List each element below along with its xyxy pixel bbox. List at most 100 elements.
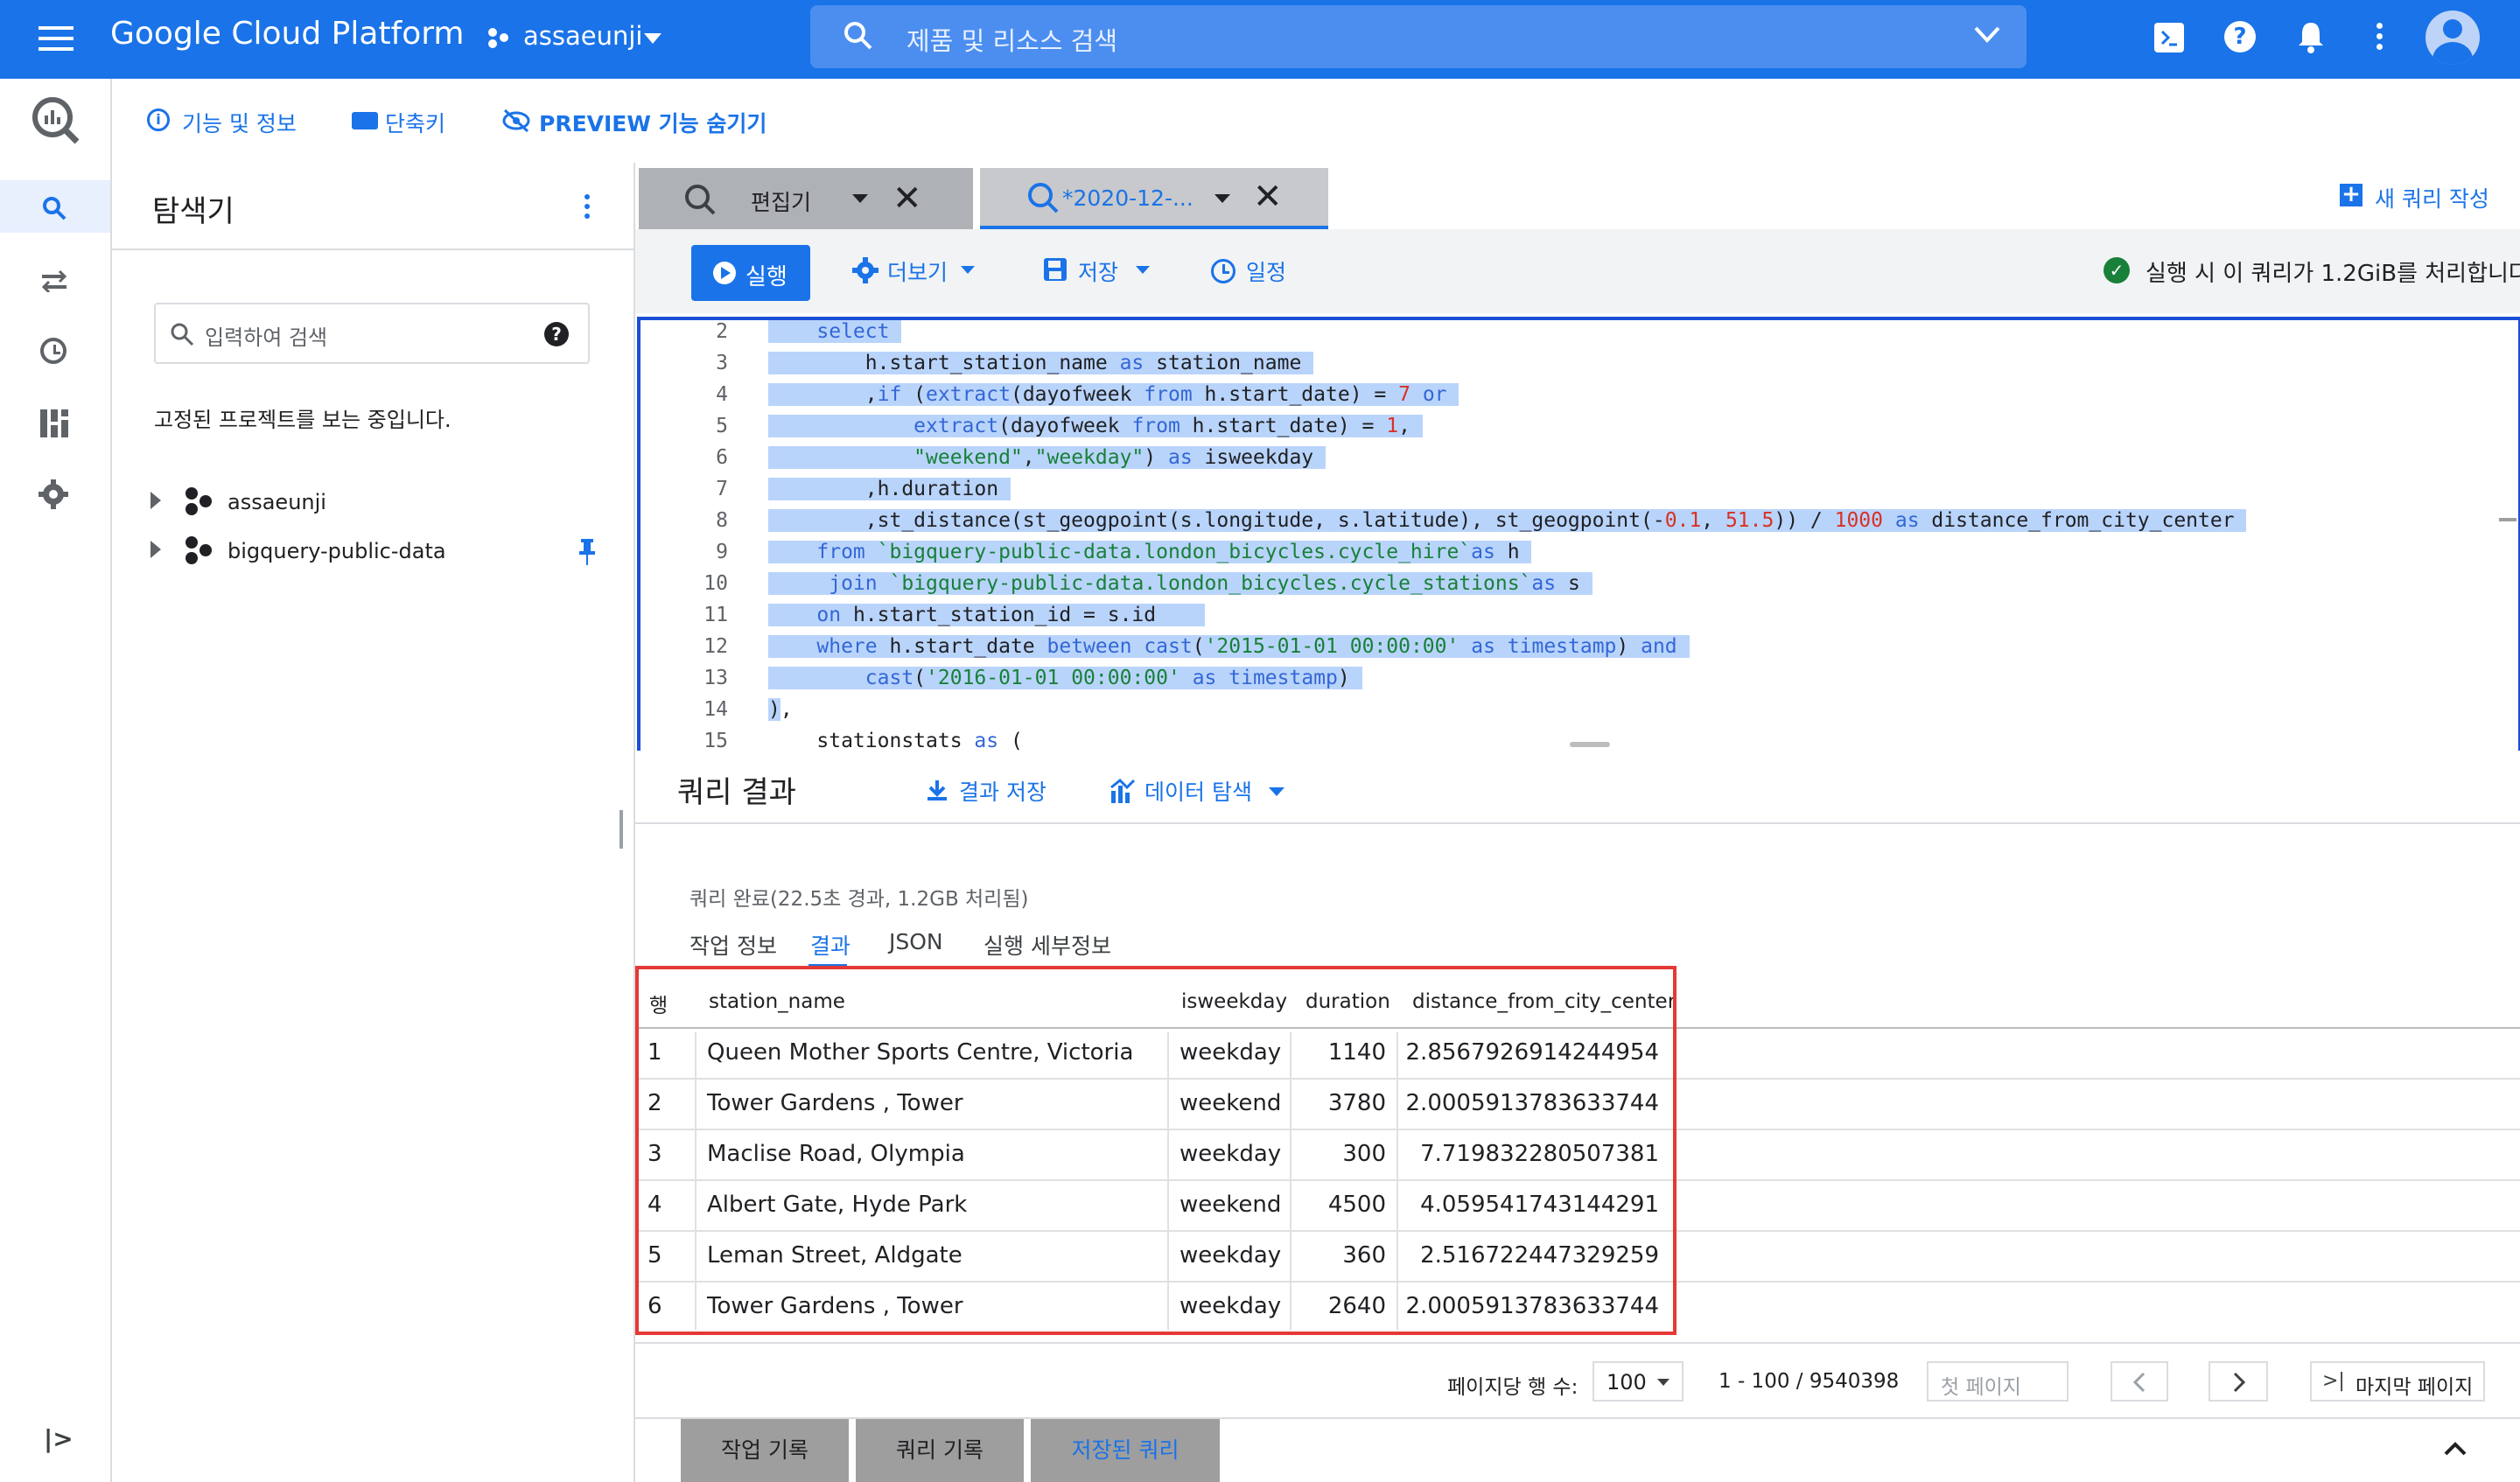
close-icon[interactable]: ✕ bbox=[1253, 177, 1283, 217]
line-number: 7 bbox=[716, 478, 728, 500]
next-page-button[interactable] bbox=[2208, 1361, 2268, 1402]
project-icon bbox=[486, 26, 509, 49]
save-button[interactable]: 저장 bbox=[1043, 255, 1157, 290]
project-selector[interactable]: assaeunji bbox=[523, 21, 642, 51]
first-page-label: 첫 페이지 bbox=[1941, 1376, 2021, 1399]
feature-info-button[interactable]: 기능 및 정보 bbox=[182, 107, 297, 138]
line-number: 10 bbox=[704, 572, 728, 595]
tab-results[interactable]: 결과 bbox=[810, 929, 850, 961]
line-number: 15 bbox=[704, 730, 728, 752]
first-page-button[interactable]: 첫 페이지 bbox=[1927, 1361, 2068, 1402]
pin-icon[interactable] bbox=[578, 539, 597, 570]
close-icon[interactable]: ✕ bbox=[892, 178, 922, 219]
line-number: 14 bbox=[704, 698, 728, 721]
play-icon bbox=[713, 262, 736, 284]
code-line: cast('2016-01-01 00:00:00' as timestamp) bbox=[768, 667, 1362, 689]
search-help-icon[interactable]: ? bbox=[544, 322, 569, 346]
line-number: 13 bbox=[704, 667, 728, 689]
settings-gear-icon[interactable] bbox=[38, 479, 68, 513]
query-status: 쿼리 완료(22.5초 경과, 1.2GB 처리됨) bbox=[690, 888, 1029, 911]
tab-query-2020-12[interactable]: *2020-12-... ✕ bbox=[980, 168, 1328, 229]
expand-rail-icon[interactable]: |> bbox=[44, 1424, 74, 1453]
last-page-icon: >| bbox=[2322, 1370, 2345, 1392]
history-clock-icon[interactable] bbox=[40, 338, 66, 364]
panel-resize-handle[interactable] bbox=[620, 810, 623, 849]
explorer-more-icon[interactable] bbox=[584, 194, 592, 219]
project-name: bigquery-public-data bbox=[228, 539, 446, 563]
query-icon bbox=[685, 185, 716, 215]
code-line: ), bbox=[768, 698, 793, 721]
project-row-bigquery-public-data[interactable]: bigquery-public-data bbox=[147, 532, 620, 570]
editor-scroll-marker bbox=[2499, 518, 2516, 521]
account-avatar[interactable] bbox=[2426, 10, 2480, 65]
project-row-assaeunji[interactable]: assaeunji bbox=[147, 483, 620, 521]
last-page-label: 마지막 페이지 bbox=[2356, 1376, 2474, 1399]
transfers-icon[interactable] bbox=[40, 269, 68, 296]
expand-arrow-icon[interactable] bbox=[150, 541, 161, 558]
line-number: 6 bbox=[716, 446, 728, 469]
sql-editor[interactable]: 2 3 4 5 6 7 8 9 10 11 12 13 14 15 select… bbox=[637, 317, 2520, 754]
editor-scrollbar[interactable] bbox=[1570, 742, 1610, 747]
tab-job-history[interactable]: 작업 기록 bbox=[681, 1419, 849, 1482]
run-button[interactable]: 실행 bbox=[691, 245, 810, 301]
prev-page-button[interactable] bbox=[2110, 1361, 2168, 1402]
code-line: from `bigquery-public-data.london_bicycl… bbox=[768, 541, 1532, 563]
schedule-button[interactable]: 일정 bbox=[1211, 255, 1307, 290]
save-icon bbox=[1044, 258, 1067, 281]
code-line: select bbox=[768, 320, 902, 343]
chevron-down-icon[interactable] bbox=[1269, 787, 1284, 796]
hide-preview-button[interactable]: PREVIEW 기능 숨기기 bbox=[539, 107, 766, 138]
rows-per-page-select[interactable]: 100 bbox=[1592, 1361, 1684, 1402]
divider bbox=[635, 1342, 2520, 1344]
highlight-annotation-box bbox=[635, 966, 1676, 1335]
chevron-down-icon[interactable] bbox=[644, 33, 662, 44]
editor-toolbar: 실행 더보기 저장 일정 ✓ 실행 시 이 쿼리가 1.2GiB를 처리합니다. bbox=[635, 229, 2520, 313]
keyboard-icon bbox=[352, 112, 378, 129]
search-placeholder: 제품 및 리소스 검색 bbox=[906, 26, 1118, 56]
code-line: ,st_distance(st_geogpoint(s.longitude, s… bbox=[768, 509, 2247, 532]
tab-saved-queries[interactable]: 저장된 쿼리 bbox=[1031, 1419, 1220, 1482]
rail-item-explorer[interactable] bbox=[0, 180, 110, 233]
collapse-panel-icon[interactable] bbox=[2443, 1440, 2468, 1461]
tab-label: 편집기 bbox=[751, 190, 812, 215]
tab-menu-arrow-icon[interactable] bbox=[1214, 194, 1230, 203]
explorer-panel: 탐색기 입력하여 검색 ? 고정된 프로젝트를 보는 중입니다. assaeun… bbox=[112, 163, 635, 1482]
more-button[interactable]: 더보기 bbox=[852, 255, 984, 290]
more-vert-icon[interactable] bbox=[2376, 23, 2384, 50]
divider bbox=[635, 822, 2520, 824]
explorer-search-input[interactable]: 입력하여 검색 ? bbox=[154, 303, 590, 364]
code-line: ,if (extract(dayofweek from h.start_date… bbox=[768, 383, 1460, 406]
more-label: 더보기 bbox=[887, 260, 948, 285]
expand-search-icon[interactable] bbox=[1972, 24, 2002, 49]
code-line: where h.start_date between cast('2015-01… bbox=[768, 635, 1690, 658]
editor-tab-bar: 편집기 ✕ *2020-12-... ✕ + 새 쿼리 작성 bbox=[635, 163, 2520, 229]
validator-check-icon: ✓ bbox=[2104, 257, 2130, 283]
line-number: 8 bbox=[716, 509, 728, 532]
hamburger-menu-icon[interactable] bbox=[38, 24, 74, 52]
run-label: 실행 bbox=[746, 264, 788, 290]
tab-editor[interactable]: 편집기 ✕ bbox=[639, 168, 973, 229]
tab-json[interactable]: JSON bbox=[889, 929, 943, 954]
cloud-shell-icon[interactable] bbox=[2154, 23, 2184, 52]
last-page-button[interactable]: >| 마지막 페이지 bbox=[2310, 1361, 2485, 1402]
rows-per-page-label: 페이지당 행 수: bbox=[1447, 1376, 1578, 1399]
tab-job-info[interactable]: 작업 정보 bbox=[690, 929, 777, 961]
app-title[interactable]: Google Cloud Platform bbox=[110, 16, 465, 52]
save-label: 저장 bbox=[1078, 260, 1119, 285]
visibility-off-icon bbox=[502, 108, 530, 136]
help-icon[interactable]: ? bbox=[2224, 21, 2256, 52]
tab-menu-arrow-icon[interactable] bbox=[852, 194, 868, 203]
code-line: extract(dayofweek from h.start_date) = 1… bbox=[768, 415, 1423, 437]
dashboard-icon[interactable] bbox=[40, 409, 68, 441]
add-box-icon: + bbox=[2340, 183, 2362, 206]
code-line: "weekend","weekday") as isweekday bbox=[768, 446, 1326, 469]
tab-execution-details[interactable]: 실행 세부정보 bbox=[984, 929, 1111, 961]
search-bar[interactable]: 제품 및 리소스 검색 bbox=[810, 5, 2026, 68]
tab-query-history[interactable]: 쿼리 기록 bbox=[856, 1419, 1024, 1482]
chevron-left-icon bbox=[2132, 1372, 2146, 1393]
validator-message: 실행 시 이 쿼리가 1.2GiB를 처리합니다. bbox=[2146, 261, 2520, 287]
notifications-bell-icon[interactable] bbox=[2296, 19, 2326, 58]
expand-arrow-icon[interactable] bbox=[150, 492, 161, 509]
shortcuts-button[interactable]: 단축키 bbox=[385, 107, 445, 138]
code-line: stationstats as ( bbox=[768, 730, 1023, 752]
